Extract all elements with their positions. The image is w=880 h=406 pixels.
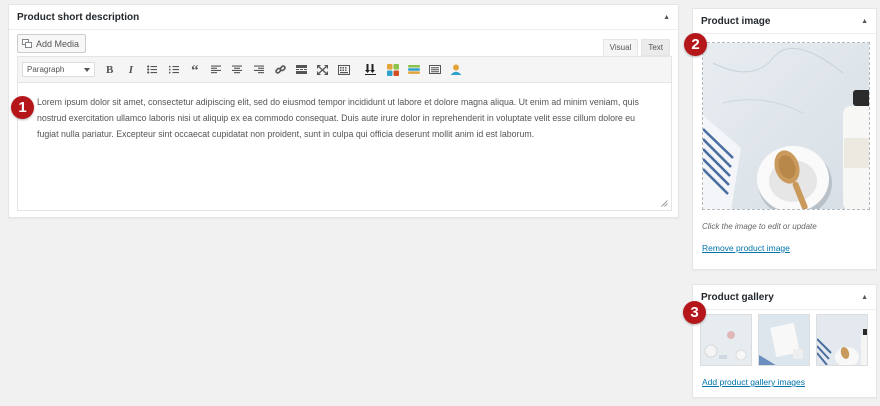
media-icon — [22, 38, 33, 49]
gallery-thumbnail[interactable] — [816, 314, 868, 366]
resize-handle-icon[interactable] — [661, 200, 668, 207]
numbered-list-icon[interactable] — [163, 60, 184, 80]
align-center-icon[interactable] — [227, 60, 248, 80]
add-product-gallery-images-link[interactable]: Add product gallery images — [702, 377, 805, 387]
image-hint: Click the image to edit or update — [702, 222, 817, 231]
format-select[interactable]: Paragraph — [22, 62, 95, 77]
remove-product-image-link[interactable]: Remove product image — [702, 243, 790, 253]
bulleted-list-icon[interactable] — [142, 60, 163, 80]
editor-toolbar: Paragraph B I “ — [18, 57, 671, 83]
chevron-down-icon — [84, 67, 90, 72]
tab-visual[interactable]: Visual — [602, 39, 639, 56]
layout-icon[interactable] — [424, 60, 445, 80]
description-box-header[interactable]: Product short description ▲ — [9, 5, 678, 30]
bold-icon[interactable]: B — [99, 60, 120, 80]
editor-content[interactable]: Lorem ipsum dolor sit amet, consectetur … — [18, 83, 671, 142]
fullscreen-icon[interactable] — [312, 60, 333, 80]
collapse-toggle-icon[interactable]: ▲ — [663, 14, 670, 21]
description-box-title: Product short description — [17, 11, 140, 23]
color-blocks-icon[interactable] — [382, 60, 403, 80]
shortcode-icon[interactable] — [361, 60, 382, 80]
collapse-toggle-icon[interactable]: ▲ — [861, 18, 868, 25]
image-box-title: Product image — [701, 15, 771, 27]
callout-badge-1: 1 — [11, 96, 34, 119]
product-image[interactable] — [702, 42, 870, 210]
align-left-icon[interactable] — [205, 60, 226, 80]
align-right-icon[interactable] — [248, 60, 269, 80]
layers-icon[interactable] — [403, 60, 424, 80]
collapse-toggle-icon[interactable]: ▲ — [861, 294, 868, 301]
gallery-thumbnail[interactable] — [700, 314, 752, 366]
gallery-box-title: Product gallery — [701, 291, 774, 303]
product-gallery-box: Product gallery ▲ Add product gallery im… — [692, 284, 877, 398]
editor: Paragraph B I “ Lorem ipsum dolor sit am… — [17, 56, 672, 211]
tab-text[interactable]: Text — [641, 39, 670, 56]
blockquote-icon[interactable]: “ — [184, 60, 205, 80]
read-more-icon[interactable] — [291, 60, 312, 80]
image-box-header[interactable]: Product image ▲ — [693, 9, 876, 34]
add-media-button[interactable]: Add Media — [17, 34, 87, 53]
product-image-box: Product image ▲ Click the image to edit … — [692, 8, 877, 270]
gallery-box-header[interactable]: Product gallery ▲ — [693, 285, 876, 310]
format-select-value: Paragraph — [27, 65, 65, 74]
add-media-label: Add Media — [36, 38, 80, 49]
product-short-description-box: Product short description ▲ Add Media Vi… — [8, 4, 679, 218]
user-icon[interactable] — [446, 60, 467, 80]
toolbar-toggle-icon[interactable] — [333, 60, 354, 80]
gallery-thumbnail[interactable] — [758, 314, 810, 366]
link-icon[interactable] — [269, 60, 290, 80]
callout-badge-2: 2 — [684, 33, 707, 56]
callout-badge-3: 3 — [683, 301, 706, 324]
italic-icon[interactable]: I — [120, 60, 141, 80]
